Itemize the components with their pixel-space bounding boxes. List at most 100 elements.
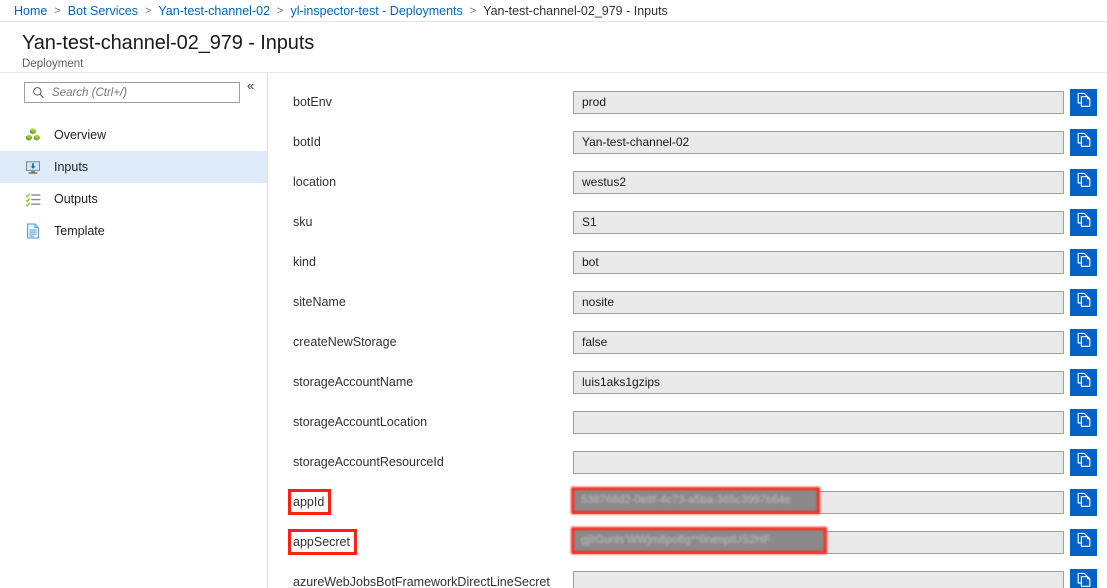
copy-icon [1076, 172, 1092, 193]
overview-cubes-icon [24, 127, 41, 144]
copy-button-botId[interactable] [1070, 128, 1097, 156]
parameter-label-slot: storageAccountLocation [291, 412, 573, 432]
parameter-label-appSecret: appSecret [288, 529, 357, 555]
parameter-label-slot: siteName [291, 292, 573, 312]
copy-button-appId[interactable] [1070, 488, 1097, 516]
copy-button-siteName[interactable] [1070, 288, 1097, 316]
parameter-value-field-kind[interactable]: bot [573, 250, 1064, 274]
parameter-label-createNewStorage: createNewStorage [293, 335, 397, 349]
parameter-label-appId: appId [287, 489, 332, 515]
parameter-field-wrap: false [573, 328, 1097, 356]
search-icon [30, 85, 46, 101]
parameter-label-botEnv: botEnv [293, 95, 332, 109]
parameter-label-slot: azureWebJobsBotFrameworkDirectLineSecret [291, 572, 573, 588]
copy-button-appSecret[interactable] [1070, 528, 1097, 556]
sidebar-item-label: Overview [54, 128, 107, 142]
parameter-label-slot: appId [287, 489, 573, 515]
copy-icon [1076, 292, 1092, 313]
parameter-row: location westus2 [268, 162, 1107, 202]
parameter-row: appSecret gjlIGunls'WWjm8po8g**0nenpIUS2H… [268, 522, 1107, 562]
redacted-value-overlay-appId: 538768d2-0e8f-4c73-a5ba-365c3997b64e [571, 486, 820, 514]
parameter-value-field-botEnv[interactable]: prod [573, 90, 1064, 114]
parameter-row: azureWebJobsBotFrameworkDirectLineSecret [268, 562, 1107, 588]
parameter-label-slot: storageAccountName [291, 372, 573, 392]
breadcrumb-item-2[interactable]: Yan-test-channel-02 [158, 4, 270, 18]
parameter-value-field-storageAccountName[interactable]: luis1aks1gzips [573, 370, 1064, 394]
breadcrumb-item-0[interactable]: Home [14, 4, 47, 18]
parameter-value-field-storageAccountResourceId[interactable] [573, 450, 1064, 474]
parameter-row: botEnv prod [268, 82, 1107, 122]
parameter-label-slot: sku [291, 212, 573, 232]
parameter-row: appId 538768d2-0e8f-4c73-a5ba-365c3997b64… [268, 482, 1107, 522]
sidebar-item-template[interactable]: Template [0, 215, 267, 247]
parameter-label-storageAccountResourceId: storageAccountResourceId [293, 455, 444, 469]
parameter-label-botId: botId [293, 135, 321, 149]
copy-button-storageAccountName[interactable] [1070, 368, 1097, 396]
parameter-value-field-azureWebJobsBotFrameworkDirectLineSecret[interactable] [573, 570, 1064, 588]
breadcrumb-item-3[interactable]: yl-inspector-test - Deployments [290, 4, 462, 18]
copy-button-sku[interactable] [1070, 208, 1097, 236]
parameter-field-wrap [573, 568, 1097, 588]
parameter-value-field-location[interactable]: westus2 [573, 170, 1064, 194]
parameter-label-slot: location [291, 172, 573, 192]
sidebar-item-overview[interactable]: Overview [0, 119, 267, 151]
parameter-field-wrap [573, 408, 1097, 436]
parameter-row: createNewStorage false [268, 322, 1107, 362]
copy-icon [1076, 212, 1092, 233]
sidebar-item-label: Outputs [54, 192, 98, 206]
inputs-monitor-download-icon [24, 159, 41, 176]
copy-icon [1076, 492, 1092, 513]
parameter-field-wrap [573, 448, 1097, 476]
parameter-value-field-createNewStorage[interactable]: false [573, 330, 1064, 354]
copy-button-botEnv[interactable] [1070, 88, 1097, 116]
parameter-label-slot: kind [291, 252, 573, 272]
parameter-value-field-storageAccountLocation[interactable] [573, 410, 1064, 434]
breadcrumb: Home > Bot Services > Yan-test-channel-02 > yl… [0, 0, 1107, 22]
search-input[interactable] [46, 83, 239, 102]
parameter-row: kind bot [268, 242, 1107, 282]
copy-button-location[interactable] [1070, 168, 1097, 196]
page-subtitle: Deployment [22, 58, 84, 70]
sidebar-item-inputs[interactable]: Inputs [0, 151, 267, 183]
parameter-label-kind: kind [293, 255, 316, 269]
template-document-icon [24, 223, 41, 240]
parameter-row: botId Yan-test-channel-02 [268, 122, 1107, 162]
copy-button-storageAccountResourceId[interactable] [1070, 448, 1097, 476]
copy-icon [1076, 452, 1092, 473]
breadcrumb-separator: > [277, 4, 284, 17]
redacted-value-overlay-appSecret: gjlIGunls'WWjm8po8g**0nenpIUS2HF [571, 526, 827, 554]
parameter-label-sku: sku [293, 215, 313, 229]
copy-icon [1076, 132, 1092, 153]
sidebar-item-outputs[interactable]: Outputs [0, 183, 267, 215]
search-box[interactable] [24, 82, 240, 103]
breadcrumb-separator: > [54, 4, 61, 17]
copy-button-azureWebJobsBotFrameworkDirectLineSecret[interactable] [1070, 568, 1097, 588]
parameter-field-wrap: bot [573, 248, 1097, 276]
parameter-field-wrap: westus2 [573, 168, 1097, 196]
parameter-label-slot: createNewStorage [291, 332, 573, 352]
copy-icon [1076, 92, 1092, 113]
copy-button-kind[interactable] [1070, 248, 1097, 276]
copy-button-createNewStorage[interactable] [1070, 328, 1097, 356]
copy-icon [1076, 252, 1092, 273]
breadcrumb-separator: > [144, 4, 152, 17]
parameter-value-field-sku[interactable]: S1 [573, 210, 1064, 234]
sidebar: « Overview Inputs Outputs Template [0, 73, 268, 588]
breadcrumb-item-1[interactable]: Bot Services [68, 4, 138, 18]
page-header: Yan-test-channel-02_979 - Inputs Deploym… [0, 22, 1107, 72]
parameter-field-wrap: nosite [573, 288, 1097, 316]
copy-icon [1076, 332, 1092, 353]
collapse-sidebar-icon[interactable]: « [247, 79, 254, 92]
copy-button-storageAccountLocation[interactable] [1070, 408, 1097, 436]
body-split: « Overview Inputs Outputs Template botEnv pr… [0, 72, 1107, 588]
sidebar-item-label: Inputs [54, 160, 89, 174]
parameter-label-slot: botEnv [291, 92, 573, 112]
parameter-label-siteName: siteName [293, 295, 346, 309]
parameter-value-field-botId[interactable]: Yan-test-channel-02 [573, 130, 1064, 154]
parameter-field-wrap: 538768d2-0e8f-4c73-a5ba-365c3997b64e [571, 486, 1097, 516]
parameter-row: siteName nosite [268, 282, 1107, 322]
parameter-row: sku S1 [268, 202, 1107, 242]
parameter-row: storageAccountName luis1aks1gzips [268, 362, 1107, 402]
parameter-value-field-siteName[interactable]: nosite [573, 290, 1064, 314]
parameter-label-slot: appSecret [288, 529, 573, 555]
